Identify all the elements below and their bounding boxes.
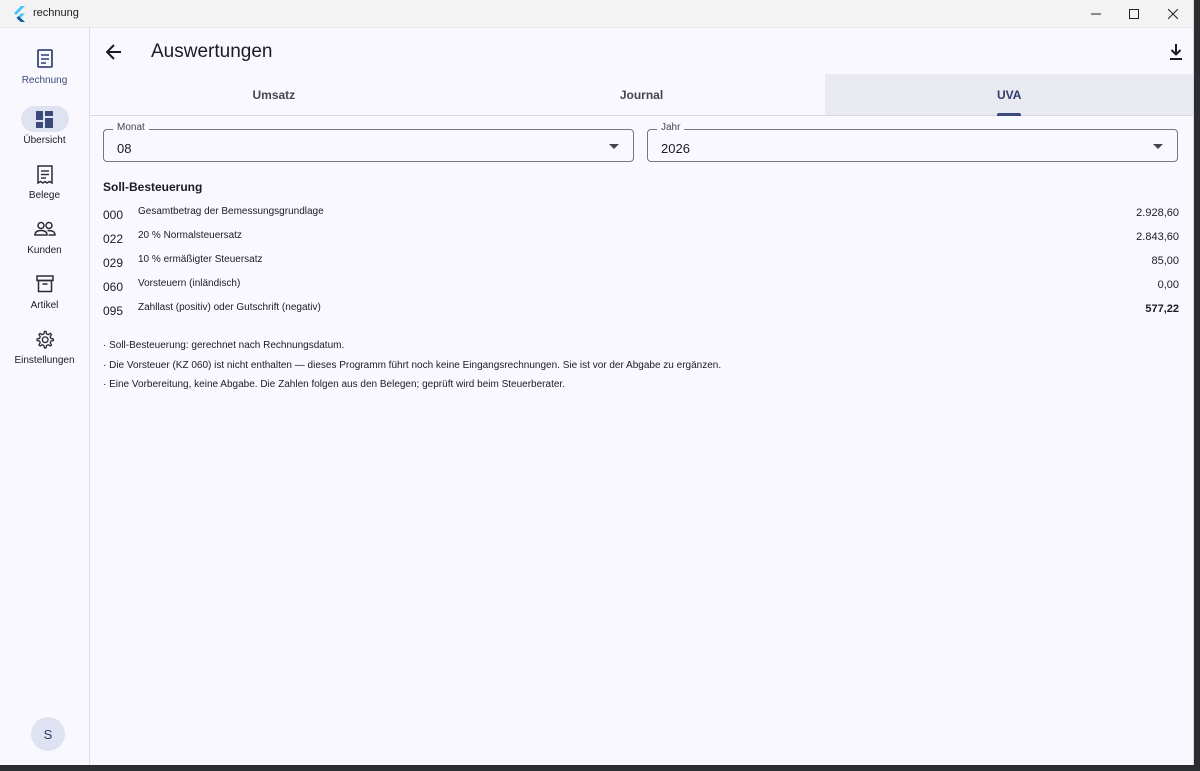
row-description: Vorsteuern (inländisch) (138, 278, 241, 289)
rail-item-kunden[interactable]: Kunden (0, 216, 89, 266)
tab-indicator (997, 113, 1022, 116)
row-amount: 2.928,60 (1136, 207, 1179, 219)
gear-icon (36, 330, 54, 349)
minimize-icon (1091, 13, 1101, 14)
year-dropdown-value: 2026 (661, 141, 690, 156)
row-amount: 85,00 (1151, 255, 1179, 267)
tab-uva[interactable]: UVA (825, 74, 1194, 116)
archive-icon (35, 275, 54, 293)
rail-brand-label: Rechnung (21, 75, 68, 86)
year-dropdown[interactable]: Jahr 2026 (647, 122, 1178, 162)
rail-item-artikel[interactable]: Artikel (0, 271, 89, 321)
month-dropdown[interactable]: Monat 08 (103, 122, 634, 162)
row-amount: 0,00 (1157, 279, 1179, 291)
section-title: Soll-Besteuerung (103, 180, 203, 194)
avatar[interactable]: S (31, 717, 65, 751)
row-description: Gesamtbetrag der Bemessungsgrundlage (138, 206, 324, 217)
tab-bar: Umsatz Journal UVA (90, 74, 1194, 116)
maximize-button[interactable] (1114, 0, 1154, 27)
desktop-background-bottom (0, 765, 1200, 771)
rail-item-einstellungen[interactable]: Einstellungen (0, 326, 89, 376)
rail-item-label: Artikel (30, 300, 59, 311)
rail-item-label: Einstellungen (14, 355, 75, 366)
notes-list: · Soll-Besteuerung: gerechnet nach Rechn… (103, 340, 1103, 399)
month-dropdown-label: Monat (113, 122, 149, 133)
arrow-back-icon (106, 44, 121, 60)
rail-item-uebersicht[interactable]: Übersicht (0, 106, 89, 156)
tab-umsatz[interactable]: Umsatz (90, 74, 458, 115)
title-bar: rechnung (0, 0, 1193, 28)
window-title: rechnung (33, 7, 79, 19)
month-dropdown-value: 08 (117, 141, 132, 156)
row-description: 10 % ermäßigter Steuersatz (138, 254, 263, 265)
dropdown-arrow-icon (609, 144, 619, 149)
table-row: 060 Vorsteuern (inländisch) 0,00 (103, 278, 1179, 296)
row-code: 029 (103, 256, 124, 270)
note-item: · Soll-Besteuerung: gerechnet nach Rechn… (103, 340, 345, 351)
row-code: 000 (103, 208, 124, 222)
rail-item-label: Kunden (27, 245, 62, 256)
maximize-icon (1129, 8, 1139, 19)
people-icon (33, 221, 56, 236)
rail-item-label: Belege (28, 190, 61, 201)
app-window: rechnung Rechnung Übersicht Belege Kunde… (0, 0, 1194, 765)
year-dropdown-label: Jahr (657, 122, 685, 133)
navigation-rail: Rechnung Übersicht Belege Kunden Artikel… (0, 28, 90, 765)
close-icon (1168, 8, 1178, 19)
minimize-button[interactable] (1076, 0, 1116, 27)
table-row: 000 Gesamtbetrag der Bemessungsgrundlage… (103, 206, 1179, 224)
close-button[interactable] (1153, 0, 1193, 27)
row-code: 095 (103, 304, 124, 318)
tab-uva-label: UVA (996, 87, 1022, 102)
row-code: 060 (103, 280, 124, 294)
rail-item-label: Übersicht (23, 135, 66, 146)
tab-journal[interactable]: Journal (458, 74, 826, 115)
flutter-logo-icon (14, 6, 25, 22)
dashboard-icon (36, 110, 53, 128)
row-code: 022 (103, 232, 124, 246)
page-title: Auswertungen (151, 41, 273, 62)
table-row: 022 20 % Normalsteuersatz 2.843,60 (103, 230, 1179, 248)
table-row: 029 10 % ermäßigter Steuersatz 85,00 (103, 254, 1179, 272)
download-icon (1170, 44, 1182, 60)
desktop-background (1193, 0, 1200, 771)
note-item: · Eine Vorbereitung, keine Abgabe. Die Z… (103, 379, 565, 390)
invoice-icon (36, 49, 53, 68)
back-button[interactable] (100, 38, 128, 66)
row-description: Zahllast (positiv) oder Gutschrift (nega… (138, 302, 321, 313)
download-button[interactable] (1163, 39, 1189, 65)
row-amount: 577,22 (1145, 303, 1179, 315)
note-item: · Die Vorsteuer (KZ 060) ist nicht entha… (103, 359, 722, 371)
row-description: 20 % Normalsteuersatz (138, 230, 242, 241)
row-amount: 2.843,60 (1136, 231, 1179, 243)
rail-item-belege[interactable]: Belege (0, 161, 89, 211)
table-row: 095 Zahllast (positiv) oder Gutschrift (… (103, 302, 1179, 320)
receipt-icon (36, 164, 53, 184)
rail-brand[interactable]: Rechnung (0, 46, 89, 96)
dropdown-arrow-icon (1153, 144, 1163, 149)
